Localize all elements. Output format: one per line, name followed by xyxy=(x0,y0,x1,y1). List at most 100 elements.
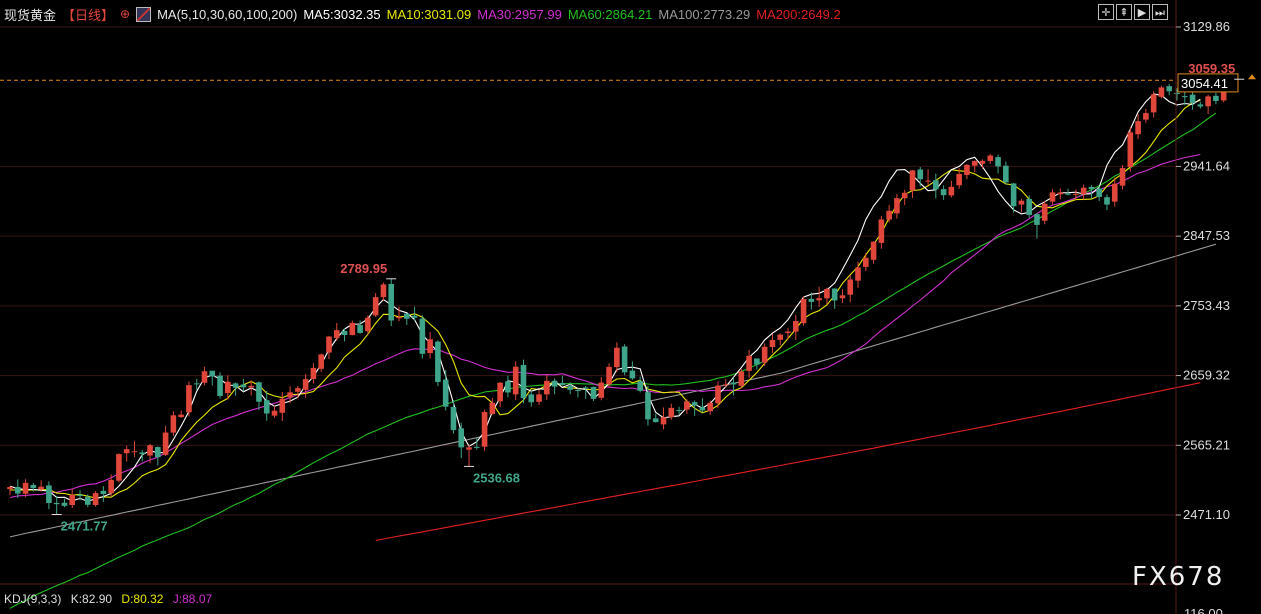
candle-down xyxy=(1166,86,1173,92)
candle-down xyxy=(100,490,107,495)
play-icon[interactable]: ▶ xyxy=(1134,4,1150,20)
candle-down xyxy=(61,502,68,506)
candle-up xyxy=(971,161,978,166)
candle-up xyxy=(668,407,675,418)
candle-down xyxy=(1213,95,1219,101)
ma-params[interactable]: MA(5,10,30,60,100,200) xyxy=(157,7,297,22)
candle-up xyxy=(349,322,356,336)
candle-up xyxy=(863,257,869,267)
candle-up xyxy=(948,186,955,196)
candle-down xyxy=(139,452,146,455)
candle-up xyxy=(746,355,752,371)
y-tick-label: 2941.64 xyxy=(1183,158,1230,173)
candle-up xyxy=(1018,200,1025,205)
candle-down xyxy=(754,358,760,365)
candle-down xyxy=(808,298,815,302)
crosshair-icon[interactable]: ✛ xyxy=(1098,4,1114,20)
candle-up xyxy=(365,317,371,332)
candle-up xyxy=(318,354,324,369)
candle-down xyxy=(474,446,480,448)
candle-down xyxy=(263,400,270,414)
candle-down xyxy=(995,157,1001,167)
candle-up xyxy=(660,417,667,425)
candle-up xyxy=(684,401,690,410)
candle-down xyxy=(730,382,737,385)
candle-down xyxy=(1010,183,1017,207)
candle-up xyxy=(1080,187,1087,195)
candle-up xyxy=(427,339,433,354)
candle-up xyxy=(1073,193,1079,195)
candle-up xyxy=(7,486,13,490)
candle-up xyxy=(1150,94,1157,113)
candle-down xyxy=(691,402,698,406)
candle-down xyxy=(442,379,449,407)
candle-up xyxy=(715,385,721,404)
candle-down xyxy=(831,288,838,301)
chart-grid xyxy=(0,26,1176,585)
candle-up xyxy=(396,317,402,319)
high-label: 3059.35 xyxy=(1188,61,1235,76)
kdj-indicator: KDJ(9,3,3) K:82.90 D:80.32 J:88.07 xyxy=(4,592,218,606)
candle-up xyxy=(1158,87,1165,97)
candle-up xyxy=(707,402,713,412)
ma100-value: MA100:2773.29 xyxy=(658,6,751,22)
candle-down xyxy=(1003,165,1009,183)
candle-down xyxy=(645,392,651,420)
candle-up xyxy=(92,493,99,505)
candle-down xyxy=(357,325,363,333)
period-label[interactable]: 【日线】 xyxy=(62,5,114,24)
candle-up xyxy=(894,198,900,214)
candle-down xyxy=(676,409,682,411)
candle-down xyxy=(1189,94,1196,104)
candle-down xyxy=(1174,92,1180,95)
candle-up xyxy=(310,367,317,379)
candle-down xyxy=(217,375,223,396)
zoom-in-icon[interactable]: ⇞ xyxy=(1116,4,1132,20)
candle-down xyxy=(629,370,636,379)
candle-up xyxy=(186,385,192,413)
high-label: 2789.95 xyxy=(340,261,387,276)
candle-up xyxy=(536,394,542,402)
candle-down xyxy=(1096,188,1102,197)
ma10-value: MA10:3031.09 xyxy=(386,6,472,22)
candle-up xyxy=(287,392,293,398)
candle-down xyxy=(411,315,418,318)
forward-icon[interactable]: ⏭ xyxy=(1152,4,1168,20)
candle-up xyxy=(512,366,519,395)
candle-down xyxy=(933,180,939,190)
candle-up xyxy=(178,414,184,418)
candle-down xyxy=(940,189,947,196)
candle-down xyxy=(1197,104,1204,107)
candle-up xyxy=(116,454,122,481)
candle-down xyxy=(528,394,535,403)
indicator-icon[interactable] xyxy=(136,6,152,22)
candle-up xyxy=(302,379,309,390)
candle-up xyxy=(901,192,908,199)
candle-down xyxy=(1065,193,1071,195)
kdj-j-value: J:88.07 xyxy=(172,592,213,606)
candle-up xyxy=(1057,192,1064,195)
kdj-k-value: K:82.90 xyxy=(70,592,113,606)
candle-down xyxy=(652,418,659,423)
instrument-title[interactable]: 现货黄金 xyxy=(4,5,56,24)
candle-down xyxy=(1088,186,1095,190)
candle-up xyxy=(333,330,340,338)
candle-up xyxy=(22,482,29,494)
candle-up xyxy=(466,447,472,450)
low-label: 2536.68 xyxy=(473,470,520,485)
candle-down xyxy=(699,407,706,411)
chart-toolbar: ✛ ⇞ ▶ ⏭ xyxy=(1098,4,1168,20)
kdj-label[interactable]: KDJ(9,3,3) xyxy=(4,592,61,606)
candle-up xyxy=(108,479,114,494)
candle-up xyxy=(1135,121,1141,135)
candle-up xyxy=(870,241,877,260)
settings-icon[interactable]: ⊕ xyxy=(120,7,130,21)
candle-down xyxy=(77,494,83,497)
candle-down xyxy=(621,346,628,373)
candle-down xyxy=(209,370,216,377)
candle-up xyxy=(964,164,970,175)
y-tick-label: 2659.32 xyxy=(1183,368,1230,383)
watermark-logo: FX678 xyxy=(1132,562,1225,592)
candle-down xyxy=(85,496,91,505)
price-marker-icon xyxy=(1248,74,1256,80)
